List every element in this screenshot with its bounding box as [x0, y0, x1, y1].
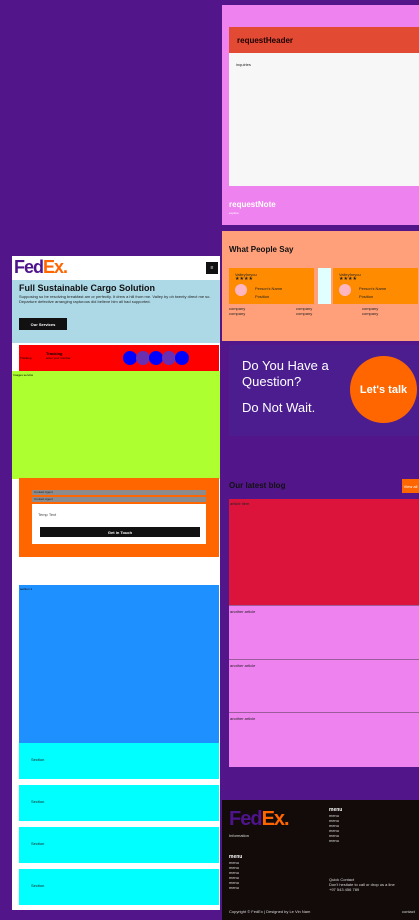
featured-article[interactable]: article item: [229, 499, 419, 605]
testimonial-divider: [318, 268, 331, 304]
blue-section: [19, 585, 219, 743]
footer-information: Information: [229, 833, 250, 838]
request-body-text: inquiries: [236, 62, 251, 67]
contact-form: [32, 504, 206, 544]
cyan-section: Section: [19, 785, 219, 821]
article-label: another article: [230, 609, 256, 614]
contact-input[interactable]: Temp Text: [38, 512, 56, 517]
article-item[interactable]: another article: [229, 712, 419, 767]
carousel-dot[interactable]: [175, 351, 189, 365]
company-logo: company: [296, 311, 313, 316]
request-body: inquiries: [229, 53, 419, 186]
footer: FedEx. Information menu menu menu menu m…: [222, 800, 419, 920]
article-item[interactable]: another article: [229, 605, 419, 659]
carousel-dot[interactable]: [123, 351, 137, 365]
cyan-section: Section: [19, 827, 219, 863]
blog-title: Our latest blog: [229, 481, 286, 490]
section-label: Section: [31, 883, 45, 888]
testimonial-position: Position: [255, 294, 270, 299]
testimonial-card: Valleyforyou ★★★★ Person's Name Position: [229, 268, 314, 304]
cyan-section: Section: [19, 869, 219, 905]
hero-title: Full Sustainable Cargo Solution: [19, 283, 156, 293]
contact-agent-bar: Contact Agent: [32, 497, 206, 502]
carousel-dot[interactable]: [162, 351, 176, 365]
request-note-sub: explore: [229, 211, 239, 215]
request-header-text: requestHeader: [237, 36, 294, 45]
question-subtext: Do Not Wait.: [242, 400, 316, 415]
hamburger-menu-icon[interactable]: ≡: [206, 262, 218, 274]
tracking-label: Tracking: [20, 356, 32, 360]
article-label: article item: [230, 501, 250, 506]
request-header: requestHeader: [229, 27, 419, 53]
carousel-dot[interactable]: [136, 351, 150, 365]
fedex-logo[interactable]: FedEx.: [229, 808, 290, 831]
testimonial-name: Person's Name: [359, 286, 387, 291]
blue-section-label: section 1: [20, 587, 33, 591]
testimonial-name: Person's Name: [255, 286, 283, 291]
cyan-section: Section: [19, 743, 219, 779]
get-in-touch-button[interactable]: Get in Touch: [40, 527, 200, 537]
question-text: Do You Have a Question?: [242, 358, 329, 389]
section-label: Section: [31, 841, 45, 846]
star-rating: ★★★★: [235, 276, 253, 282]
request-note: requestNote: [229, 200, 276, 209]
images-section-label: Images service: [13, 373, 34, 377]
testimonials-title: What People Say: [229, 245, 294, 254]
lets-talk-button[interactable]: Let's talk: [350, 356, 417, 423]
hero-text: Supposing so be resolving breakfast am o…: [19, 294, 211, 304]
footer-corner-link[interactable]: contact: [402, 909, 415, 915]
fedex-logo[interactable]: FedEx.: [14, 257, 68, 278]
copyright: Copyright © FedEx | Designed by Le Vin N…: [229, 909, 311, 914]
article-item[interactable]: another article: [229, 659, 419, 712]
company-logo: company: [362, 311, 379, 316]
footer-menu-item[interactable]: menu: [229, 885, 239, 891]
contact-agent-bar: Contact Agent: [32, 490, 206, 495]
carousel-dot[interactable]: [149, 351, 163, 365]
footer-menu-item[interactable]: menu: [329, 838, 339, 844]
phone-number[interactable]: +97 543 456 789: [329, 887, 359, 893]
view-all-button[interactable]: View all: [402, 479, 419, 493]
article-label: another article: [230, 663, 256, 668]
section-label: Section: [31, 757, 45, 762]
company-logo: company: [229, 311, 246, 316]
testimonial-position: Position: [359, 294, 374, 299]
avatar: [235, 284, 247, 296]
tracking-sub: enter your number: [46, 356, 71, 360]
images-section: [12, 371, 220, 479]
star-rating: ★★★★: [339, 276, 357, 282]
question-cta: Do You Have a Question? Do Not Wait. Let…: [229, 345, 419, 436]
testimonial-card: Valleyforyou ★★★★ Person's Name Position: [333, 268, 418, 304]
our-services-button[interactable]: Our Services: [19, 318, 67, 330]
section-label: Section: [31, 799, 45, 804]
avatar: [339, 284, 351, 296]
article-label: another article: [230, 716, 256, 721]
